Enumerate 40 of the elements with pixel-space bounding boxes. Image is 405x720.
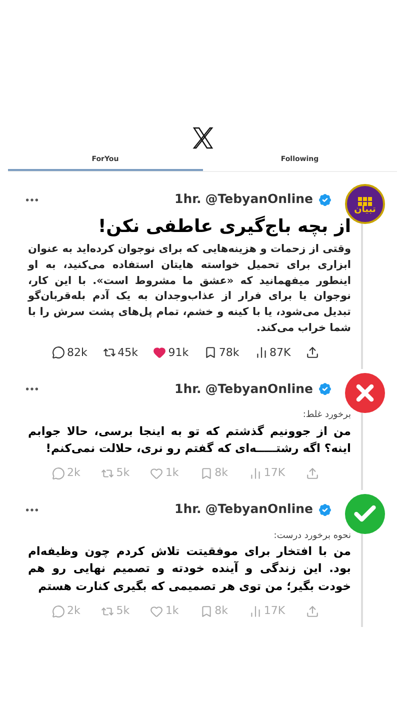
stat-count: 1k	[165, 465, 179, 481]
post-text: وقتی از زحمات و هزینه‌هایی که برای نوجوان کرده‌اید به عنوان ابزاری برای تحمیل خواسته هایتان استفاده می‌کنید، به او اینطور میفهمانید که «عشق ما مشروط است». با این کار، نوجوان یا برای فرار از عذاب‌وجدان به یک آدم بله‌قربان‌گو تبدیل می‌شود، یا با کینه و خشم، تمام پل‌های پشت سرش را با شما خراب می‌کند.	[28, 242, 351, 336]
stat-count: 82k	[67, 344, 88, 360]
user-handle: @TebyanOnline	[205, 380, 313, 398]
post-label: برخورد غلط:	[302, 409, 351, 422]
logo-text: تبیان	[354, 206, 376, 214]
stat-count: 8k	[214, 465, 228, 481]
stat-count: 8k	[214, 602, 228, 619]
stat-count: 78k	[218, 344, 240, 360]
post-time: 1hr.	[174, 190, 202, 208]
heart-icon[interactable]	[150, 604, 164, 618]
user-handle: @TebyanOnline	[205, 500, 313, 518]
stat-count: 5k	[116, 602, 130, 619]
bookmark-icon[interactable]	[204, 346, 217, 360]
repost-icon[interactable]	[102, 346, 116, 360]
stat-count: 91k	[168, 344, 189, 360]
verified-icon	[317, 192, 333, 208]
stat-count: 17K	[264, 465, 286, 481]
post-time: 1hr.	[174, 500, 202, 518]
stat-count: 5k	[116, 465, 130, 481]
verified-icon	[317, 502, 333, 518]
stat-count: 1k	[165, 602, 179, 619]
user-handle: @TebyanOnline	[205, 190, 313, 208]
stat-count: 17K	[264, 602, 286, 619]
x-logo-icon	[190, 126, 214, 150]
stat-count: 45k	[118, 344, 138, 360]
post-title: از بچه باج‌گیری عاطفی نکن!	[96, 216, 351, 238]
views-icon[interactable]	[254, 346, 268, 360]
heart-icon[interactable]	[153, 346, 166, 360]
post-text: من با افتخار برای موفقیتت تلاش کردم چون وظیفه‌ام بود. این زندگی و آینده خودته و تصمیم نهایی رو هم خودت بگیر؛ من توی هر تصمیمی که بگیری کنارت هستم	[28, 543, 351, 595]
reply-icon[interactable]	[52, 346, 65, 360]
stat-count: 2k	[67, 602, 80, 619]
post-label: نحوه برخورد درست:	[272, 530, 351, 542]
share-icon[interactable]	[306, 346, 319, 360]
post-time: 1hr.	[174, 380, 202, 398]
heart-icon[interactable]	[150, 466, 164, 480]
verified-icon	[317, 381, 333, 397]
post-text: من از جوونیم گذشتم که تو به اینجا برسی، حالا جوابم اینه؟ اگه رشتـــــه‌ای که گفتم رو نری، حلالت نمی‌کنم!	[28, 422, 351, 457]
stat-count: 2k	[67, 465, 80, 481]
stat-count: 87K	[270, 344, 291, 360]
